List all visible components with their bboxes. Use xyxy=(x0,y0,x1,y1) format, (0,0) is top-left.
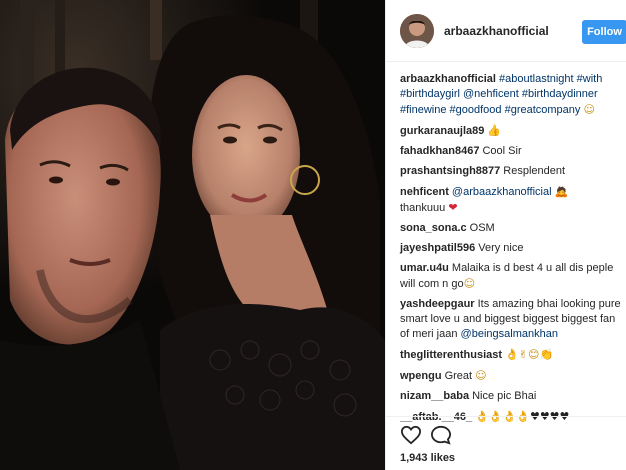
comment-username[interactable]: jayeshpatil596 xyxy=(400,242,475,254)
post-side-panel: arbaazkhanofficial Follow arbaazkhanoffi… xyxy=(385,0,626,470)
comment-username[interactable]: __aftab.__46_ xyxy=(400,411,472,423)
comment-username[interactable]: wpengu xyxy=(400,370,442,382)
comment-username[interactable]: umar.u4u xyxy=(400,262,449,274)
comment-mention[interactable]: @arbaazkhanofficial xyxy=(452,186,552,198)
comments-list: arbaazkhanofficial #aboutlastnight #with … xyxy=(400,72,622,430)
list-item: nehficent @arbaazkhanofficial 🙇 thankuuu … xyxy=(400,184,622,216)
list-item: umar.u4u Malaika is d best 4 u all dis pe… xyxy=(400,261,622,292)
speech-bubble-icon[interactable] xyxy=(430,425,452,448)
comment-text: Resplendent xyxy=(503,165,566,177)
list-item: wpengu Great ☺ xyxy=(400,368,622,384)
list-item: yashdeepgaur Its amazing bhai looking pur… xyxy=(400,297,622,342)
thumbs-up-icon: 👍 xyxy=(487,124,502,137)
bowing-emoji-icon: 🙇 xyxy=(554,185,569,198)
comment-username[interactable]: nizam__baba xyxy=(400,390,469,402)
list-item: gurkaranaujla89 👍 xyxy=(400,123,622,139)
comment-text: Nice pic Bhai xyxy=(472,390,537,402)
comment-text: Great xyxy=(444,370,473,382)
list-item: prashantsingh8877 Resplendent xyxy=(400,164,622,179)
comment-username[interactable]: fahadkhan8467 xyxy=(400,145,479,157)
heart-outline-icon[interactable] xyxy=(400,425,422,448)
comment-username[interactable]: theglitterenthusiast xyxy=(400,349,502,361)
list-item: __aftab.__46_ 👌👌👌👌♥♥♥♥ xyxy=(400,409,622,425)
heart-emoji-icon: ❤ xyxy=(448,201,458,214)
list-item: nizam__baba Nice pic Bhai xyxy=(400,389,622,404)
caption: arbaazkhanofficial #aboutlastnight #with … xyxy=(400,72,622,118)
hand-emoji-icon: 👌✌😊👏 xyxy=(505,348,554,361)
post-header: arbaazkhanofficial Follow xyxy=(386,0,626,62)
comment-username[interactable]: sona_sona.c xyxy=(400,222,467,234)
smile-emoji-icon: ☺ xyxy=(475,369,487,382)
comment-text: Cool Sir xyxy=(482,145,522,157)
comment-username[interactable]: prashantsingh8877 xyxy=(400,165,500,177)
comment-username[interactable]: gurkaranaujla89 xyxy=(400,125,484,137)
comment-text: thankuuu xyxy=(400,202,446,214)
divider xyxy=(386,416,626,417)
smile-emoji-icon: ☺ xyxy=(583,103,595,116)
caption-username[interactable]: arbaazkhanofficial xyxy=(400,73,496,85)
smile-emoji-icon: ☺ xyxy=(463,277,476,290)
photo-image xyxy=(0,0,385,470)
post-photo[interactable] xyxy=(0,0,385,470)
comment-username[interactable]: yashdeepgaur xyxy=(400,298,475,310)
list-item: sona_sona.c OSM xyxy=(400,221,622,236)
comment-username[interactable]: nehficent xyxy=(400,186,449,198)
likes-count[interactable]: 1,943 likes xyxy=(400,452,455,464)
post-username[interactable]: arbaazkhanofficial xyxy=(444,24,549,38)
comment-text: Very nice xyxy=(478,242,524,254)
avatar[interactable] xyxy=(400,14,434,48)
post-actions xyxy=(400,425,622,447)
comment-text: OSM xyxy=(469,222,495,234)
list-item: jayeshpatil596 Very nice xyxy=(400,241,622,256)
comment-mention[interactable]: @beingsalmankhan xyxy=(461,328,558,340)
list-item: fahadkhan8467 Cool Sir xyxy=(400,144,622,159)
list-item: theglitterenthusiast 👌✌😊👏 xyxy=(400,347,622,363)
follow-button[interactable]: Follow xyxy=(582,20,626,44)
